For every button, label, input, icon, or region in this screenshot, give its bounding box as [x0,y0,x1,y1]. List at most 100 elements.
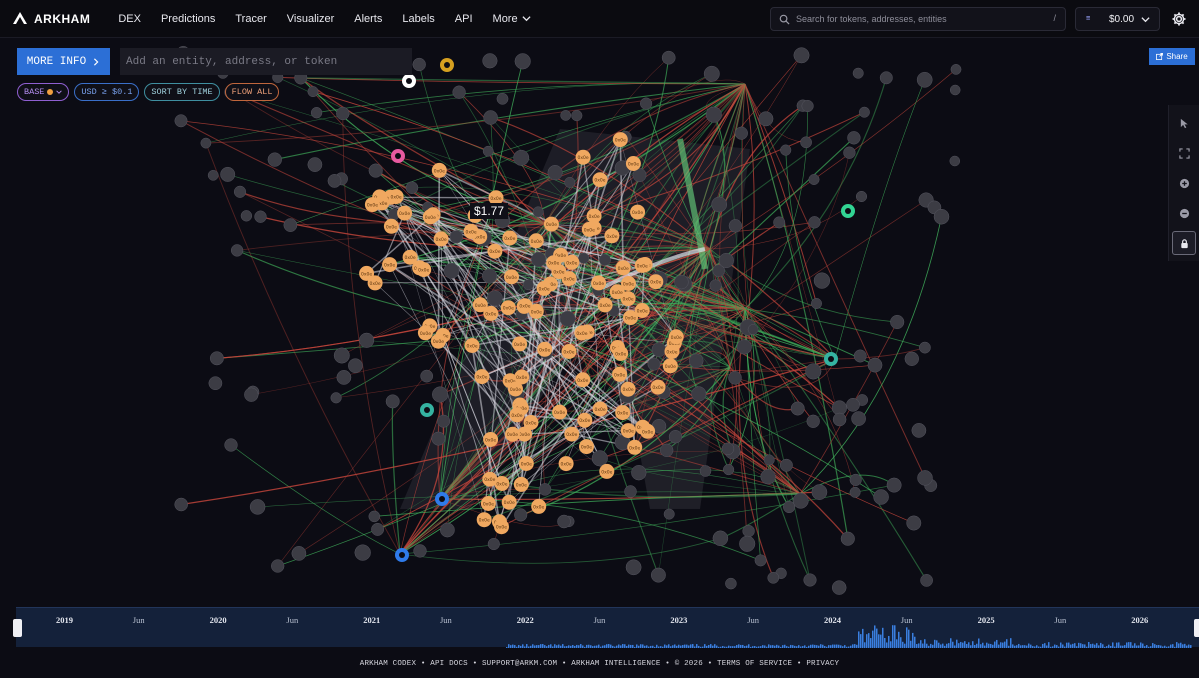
lock-layout-tool[interactable] [1172,231,1196,255]
activity-bar [1184,643,1186,648]
activity-bar [1172,644,1174,648]
fit-view-tool[interactable] [1172,141,1196,165]
timeline-start-handle[interactable] [13,619,22,637]
flow-chip[interactable]: FLOW ALL [224,83,280,101]
activity-bar [1006,639,1008,648]
activity-bar [1024,645,1026,648]
activity-bar [878,634,880,648]
search-input[interactable] [796,14,1036,24]
highlighted-entity-node: 0x0e [364,197,380,213]
activity-bar [804,645,806,648]
more-info-button[interactable]: MORE INFO [17,48,110,75]
highlighted-entity-node: 0x0e [531,498,547,514]
nav-predictions[interactable]: Predictions [151,0,225,38]
entity-node [779,458,793,472]
activity-bar [762,645,764,648]
entity-node [209,351,224,366]
activity-bar [828,645,830,648]
entity-node [333,347,350,364]
svg-text:0x0e: 0x0e [671,335,682,341]
svg-text:0x0e: 0x0e [584,227,595,233]
highlighted-entity-node: 0x0e [627,439,643,455]
activity-bar [746,645,748,648]
entity-node [846,397,860,412]
entity-node [307,86,319,98]
activity-bar [774,645,776,648]
share-button[interactable]: Share [1149,48,1195,65]
activity-bar [730,646,732,648]
pointer-tool[interactable] [1172,111,1196,135]
svg-text:0x0e: 0x0e [489,249,500,255]
svg-text:0x0e: 0x0e [589,214,600,220]
timeline-scrubber[interactable]: 2019 Jun 2020 Jun 2021 Jun 2022 Jun 2023 Jun 2024 J… [13,607,1199,648]
activity-bar [1066,642,1068,648]
activity-bar [1156,645,1158,648]
activity-bar [528,646,530,648]
entity-node [486,290,503,307]
global-search[interactable]: / [770,7,1066,31]
activity-bar [766,646,768,648]
usd-filter-chip[interactable]: USD ≥ $0.1 [74,83,140,101]
transaction-flow-graph[interactable]: 0x0e 0x0e 0x0e 0x0e 0x0e 0x0e 0x0e 0x0e 0x0e 0x0e… [0,39,1199,607]
brand-name: ARKHAM [34,11,91,26]
entity-node [443,262,460,279]
svg-text:0x0e: 0x0e [361,271,372,277]
entity-node [949,155,961,167]
nav-alerts[interactable]: Alerts [344,0,392,38]
svg-text:0x0e: 0x0e [425,215,436,221]
activity-bar [1140,642,1142,648]
activity-bar [788,646,790,648]
svg-text:0x0e: 0x0e [606,234,617,240]
entity-node [449,230,463,244]
entity-node [712,530,729,547]
activity-bar [982,642,984,648]
nav-visualizer[interactable]: Visualizer [277,0,345,38]
activity-bar [664,644,666,648]
svg-text:0x0e: 0x0e [367,203,378,209]
svg-text:0x0e: 0x0e [576,331,587,337]
activity-bar [948,643,950,648]
nav-dex[interactable]: DEX [108,0,151,38]
entity-node [674,274,689,290]
nav-more[interactable]: More [483,0,541,38]
wallet-balance-button[interactable]: ≡ $0.00 [1075,7,1160,31]
svg-text:0x0e: 0x0e [577,378,588,384]
chain-filter-chip[interactable]: BASE [17,83,70,101]
highlighted-entity-node: 0x0e [513,476,529,492]
sort-chip[interactable]: SORT BY TIME [144,83,220,101]
zoom-in-tool[interactable] [1172,171,1196,195]
activity-bar [666,645,668,648]
activity-bar [590,645,592,648]
entity-node [482,145,494,157]
nav-api[interactable]: API [445,0,483,38]
entity-input[interactable] [120,48,412,75]
svg-text:0x0e: 0x0e [503,306,514,312]
timeline-label: Jun [593,615,606,625]
entity-node [873,489,889,505]
activity-bar [1042,643,1044,648]
gear-icon[interactable] [1171,11,1187,27]
activity-bar [846,646,848,648]
activity-bar [1104,646,1106,648]
entity-node [711,196,728,213]
highlighted-entity-node: 0x0e [579,439,594,455]
activity-bar [816,645,818,648]
entity-node [437,414,451,428]
zoom-out-tool[interactable] [1172,201,1196,225]
activity-bar [1038,646,1040,648]
svg-text:0x0e: 0x0e [485,311,496,317]
svg-text:0x0e: 0x0e [637,309,648,315]
svg-text:0x0e: 0x0e [617,411,628,417]
nav-tracer[interactable]: Tracer [225,0,276,38]
timeline-end-handle[interactable] [1194,619,1199,637]
highlighted-entity-node: 0x0e [500,300,516,316]
activity-bar [1012,644,1014,648]
svg-text:0x0e: 0x0e [418,268,429,274]
highlighted-entity-node: 0x0e [577,412,593,428]
entity-node [808,174,820,185]
entity-logo-node [402,74,416,88]
activity-bar [506,646,508,648]
entity-node [310,107,323,119]
logo[interactable]: ARKHAM [12,11,90,27]
nav-labels[interactable]: Labels [392,0,444,38]
